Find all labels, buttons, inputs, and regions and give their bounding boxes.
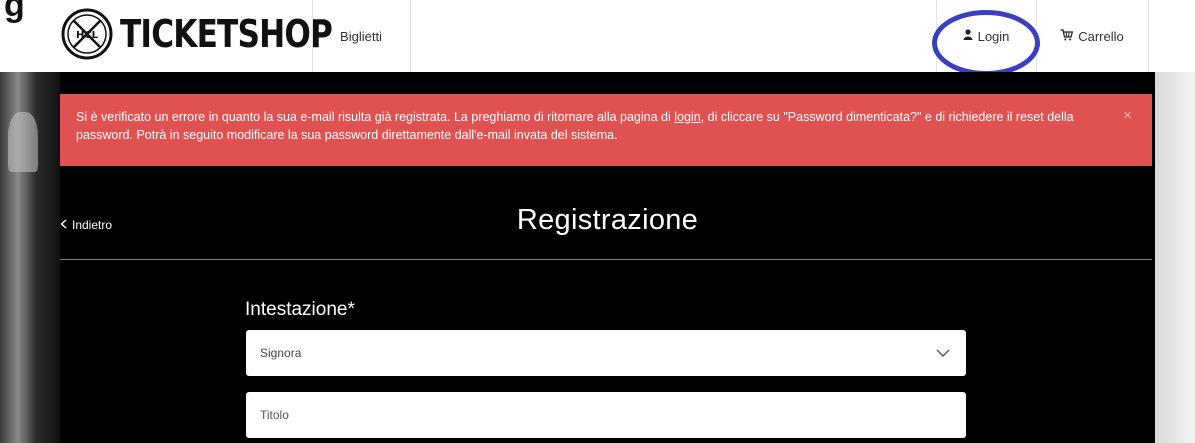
alert-text-before-link: Si è verificato un errore in quanto la s…	[76, 110, 675, 124]
intestazione-label: Intestazione*	[245, 299, 355, 320]
cart-button[interactable]: Carrello	[1036, 0, 1148, 72]
close-icon[interactable]: ×	[1123, 107, 1132, 125]
login-link[interactable]: login	[674, 110, 700, 124]
background-photo-left	[0, 72, 60, 443]
cart-label: Carrello	[1078, 28, 1124, 44]
chevron-down-icon	[936, 349, 950, 357]
login-highlight-annotation	[932, 10, 1040, 76]
page-title: Registrazione	[516, 204, 699, 236]
brand-wordmark: TICKETSHOP	[120, 12, 333, 56]
cropped-heading-text: g	[4, 0, 25, 24]
cart-icon	[1060, 28, 1074, 44]
error-alert: Si è verificato un errore in quanto la s…	[60, 94, 1152, 166]
title-divider	[60, 259, 1152, 260]
titolo-input[interactable]	[246, 392, 966, 438]
nav-divider	[410, 0, 411, 72]
nav-divider	[1148, 0, 1149, 72]
svg-text:HCL: HCL	[76, 30, 99, 41]
background-photo-right	[1155, 72, 1195, 443]
nav-biglietti[interactable]: Biglietti	[312, 0, 410, 72]
registration-page: Si è verificato un errore in quanto la s…	[0, 72, 1195, 443]
header: g HCL TICKETSHOP Biglietti Login Carrell…	[0, 0, 1195, 76]
hockey-club-badge-icon: HCL	[61, 8, 113, 60]
registration-panel: Si è verificato un errore in quanto la s…	[60, 72, 1155, 443]
intestazione-selected-value: Signora	[260, 346, 302, 360]
nav-biglietti-label: Biglietti	[340, 28, 382, 44]
intestazione-select[interactable]: Signora	[246, 330, 966, 376]
